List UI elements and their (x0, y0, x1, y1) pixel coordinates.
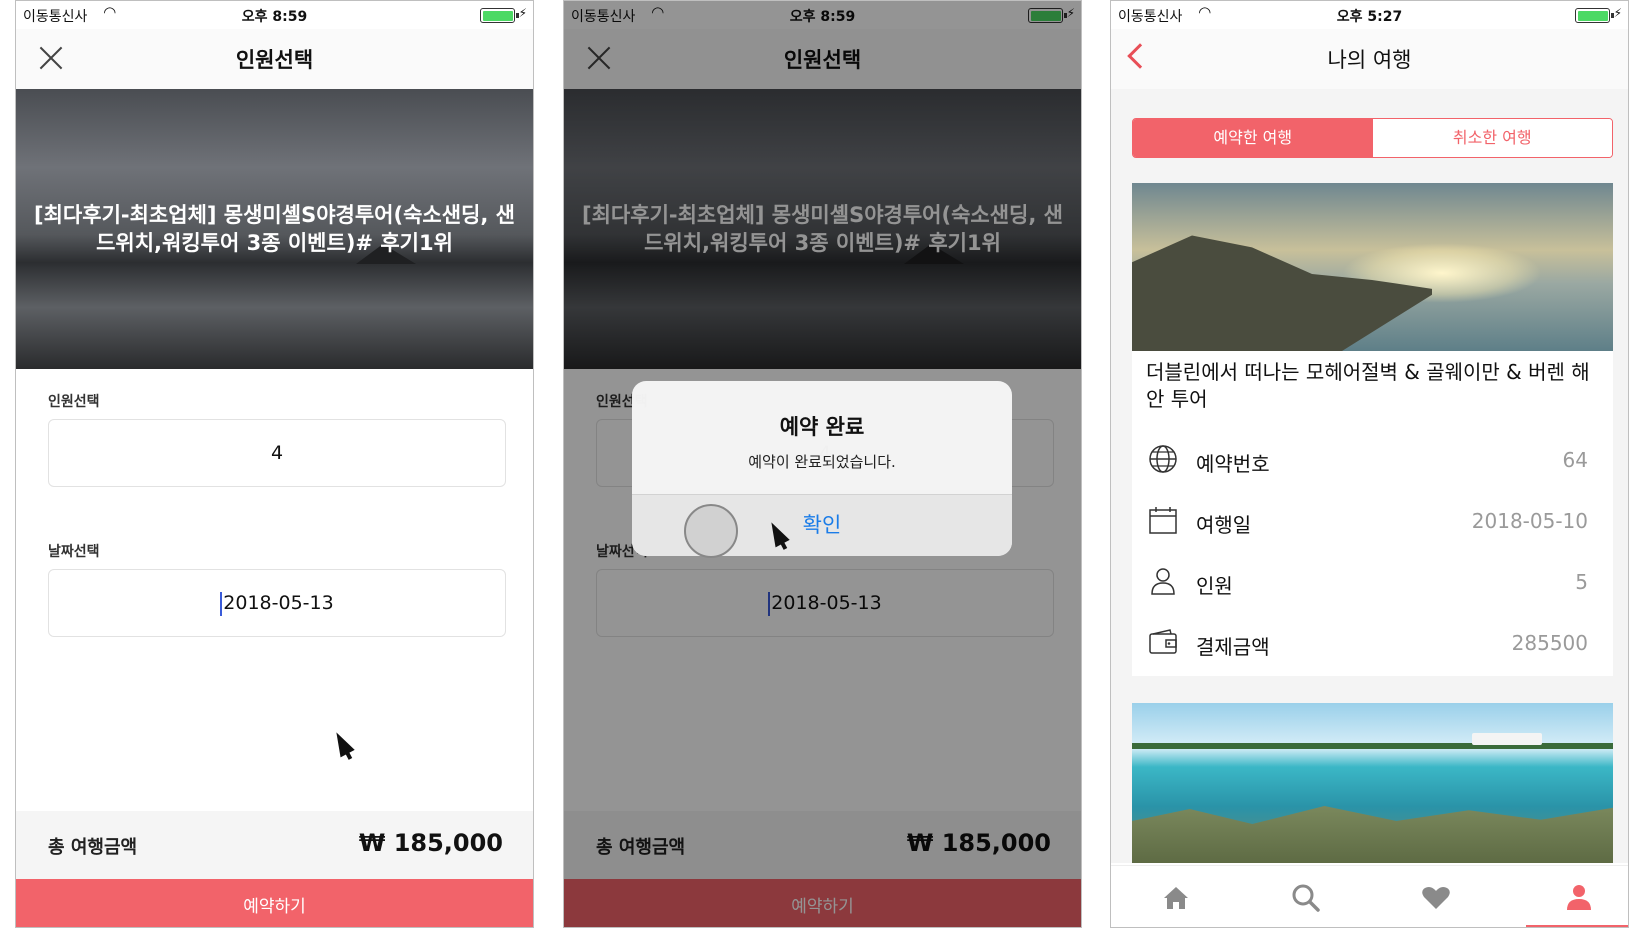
status-bar: 이동통신사 ◠ 오후 8:59 ⚡ (16, 1, 533, 29)
total-bar: 총 여행금액 ₩ 185,000 (16, 811, 533, 879)
touch-indicator (684, 504, 738, 558)
info-value: 2018-05-10 (1471, 509, 1588, 533)
trip-segment-control: 예약한 여행 취소한 여행 (1132, 118, 1613, 158)
page-title: 인원선택 (235, 48, 314, 72)
total-value: ₩ 185,000 (358, 829, 503, 857)
tour-title: [최다후기-최초업체] 몽생미셸S야경투어(숙소샌딩, 샌드위치,워킹투어 3종… (34, 203, 515, 255)
status-time: 오후 8:59 (241, 9, 308, 25)
page-title: 나의 여행 (1327, 48, 1412, 72)
nav-bar: 나의 여행 (1111, 29, 1628, 89)
trip-card[interactable] (1132, 703, 1613, 863)
status-time: 오후 5:27 (1336, 9, 1403, 25)
phone-screen-select: 이동통신사 ◠ 오후 8:59 ⚡ 인원선택 [최다후기-최초업체] 몽생미셸S… (15, 0, 534, 928)
alert-message: 예약이 완료되었습니다. (748, 453, 896, 471)
info-label: 예약번호 (1196, 452, 1270, 476)
search-icon[interactable] (1286, 878, 1326, 918)
home-icon[interactable] (1156, 878, 1196, 918)
tour-hero-image: [최다후기-최초업체] 몽생미셸S야경투어(숙소샌딩, 샌드위치,워킹투어 3종… (16, 89, 533, 369)
info-row-payment: 결제금액 285500 (1132, 623, 1613, 663)
trip-card-title: 더블린에서 떠나는 모헤어절벽 & 골웨이만 & 버렌 해안 투어 (1146, 360, 1590, 411)
heart-icon[interactable] (1416, 878, 1456, 918)
info-label: 여행일 (1196, 513, 1252, 537)
info-row-people: 인원 5 (1132, 562, 1613, 602)
total-label: 총 여행금액 (48, 837, 138, 858)
globe-icon (1149, 445, 1177, 473)
info-value: 5 (1575, 570, 1588, 594)
alert-title: 예약 완료 (779, 415, 865, 439)
date-input[interactable]: 2018-05-13 (48, 569, 506, 637)
person-icon (1151, 568, 1175, 595)
nav-bar: 인원선택 (16, 29, 533, 89)
mouse-pointer-icon (329, 728, 355, 758)
battery-icon (480, 8, 519, 23)
trip-card-image (1132, 183, 1613, 351)
info-row-travel-date: 여행일 2018-05-10 (1132, 501, 1613, 541)
bottom-tab-bar (1111, 865, 1628, 927)
people-input[interactable]: 4 (48, 419, 506, 487)
tab-reserved-trips[interactable]: 예약한 여행 (1133, 119, 1373, 157)
profile-icon[interactable] (1559, 878, 1599, 918)
info-value: 285500 (1511, 631, 1588, 655)
date-value: 2018-05-13 (223, 592, 334, 614)
trip-card[interactable]: 더블린에서 떠나는 모헤어절벽 & 골웨이만 & 버렌 해안 투어 예약번호 6… (1132, 183, 1613, 676)
calendar-icon (1149, 507, 1177, 534)
image-reef (1132, 806, 1613, 863)
charging-icon: ⚡ (1613, 6, 1622, 20)
info-label: 결제금액 (1196, 635, 1270, 659)
text-caret (220, 591, 223, 616)
info-row-reservation-number: 예약번호 64 (1132, 440, 1613, 480)
tab-cancelled-trips[interactable]: 취소한 여행 (1372, 119, 1612, 157)
date-label: 날짜선택 (48, 544, 100, 560)
wallet-icon (1149, 629, 1177, 654)
phone-screen-confirm: 이동통신사 ◠ 오후 8:59 ⚡ 인원선택 [최다후기-최초업체] 몽생미셸S… (563, 0, 1082, 928)
status-bar: 이동통신사 ◠ 오후 5:27 ⚡ (1111, 1, 1628, 29)
battery-icon (1575, 8, 1614, 23)
charging-icon: ⚡ (518, 6, 527, 20)
people-label: 인원선택 (48, 394, 100, 410)
reserve-button[interactable]: 예약하기 (16, 879, 533, 927)
info-label: 인원 (1196, 574, 1233, 598)
trip-card-image (1132, 703, 1613, 863)
info-value: 64 (1562, 448, 1588, 472)
image-boat (1472, 733, 1542, 745)
phone-screen-my-trips: 이동통신사 ◠ 오후 5:27 ⚡ 나의 여행 예약한 여행 취소한 여행 더블… (1110, 0, 1629, 928)
